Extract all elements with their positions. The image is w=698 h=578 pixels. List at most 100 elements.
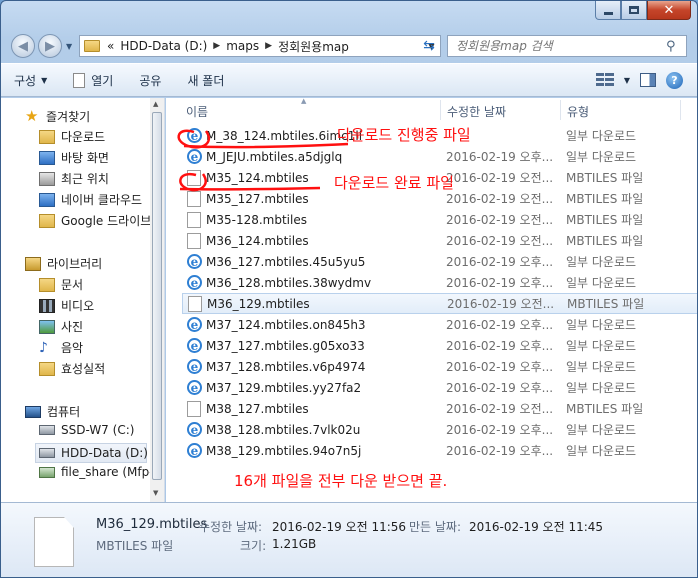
sidebar-scroll-thumb[interactable] [152,112,162,480]
details-size-label: 크기: [240,539,267,553]
view-options-icon[interactable] [595,73,614,87]
file-type: MBTILES 파일 [566,213,644,227]
column-header-date[interactable]: 수정한 날짜 [447,103,506,120]
documents-icon [39,277,55,292]
file-type: MBTILES 파일 [566,402,644,416]
sidebar-scrollbar[interactable]: ▲ ▼ [150,98,164,502]
file-date: 2016-02-19 오후... [446,255,554,269]
file-name: M37_127.mbtiles.g05xo33 [206,338,365,353]
sidebar-item-google-drive[interactable]: Google 드라이브 [39,212,151,229]
file-icon [188,295,202,312]
file-date: 2016-02-19 오후... [446,360,554,374]
file-row[interactable]: e M36_128.mbtiles.38wydmv 2016-02-19 오후...… [182,272,697,293]
downloads-folder-icon [39,129,55,144]
cloud-icon [39,192,55,207]
desktop-icon [39,150,55,165]
column-header-name[interactable]: 이름 [186,103,208,120]
file-row[interactable]: M35-128.mbtiles 2016-02-19 오전... MBTILES 파… [182,209,697,230]
breadcrumb-drive[interactable]: HDD-Data (D:) [117,39,210,53]
ie-icon: e [187,380,202,395]
sidebar-item-naver-cloud[interactable]: 네이버 클라우드 [39,191,142,208]
scroll-up-icon[interactable]: ▲ [153,100,158,108]
share-button[interactable]: 공유 [126,64,174,96]
sidebar-item-file-share[interactable]: file_share (Mfp-C [39,465,162,479]
file-type: MBTILES 파일 [566,192,644,206]
file-row[interactable]: e M37_124.mbtiles.on845h3 2016-02-19 오후...… [182,314,697,335]
file-type: 일부 다운로드 [566,360,637,374]
new-folder-label: 새 폴더 [187,73,225,88]
network-drive-icon [39,466,55,478]
column-header-type[interactable]: 유형 [567,103,589,120]
sidebar-group-libraries[interactable]: 라이브러리 [25,255,102,272]
details-created-label: 만든 날짜: [409,520,462,534]
breadcrumb-separator-icon[interactable]: ▶ [210,41,223,51]
minimize-button[interactable] [595,1,621,20]
open-button[interactable]: 열기 [60,64,126,96]
annotation-footer: 16개 파일을 전부 다운 받으면 끝. [234,472,448,490]
breadcrumb-separator-icon[interactable]: ▶ [262,41,275,51]
breadcrumb-overflow[interactable]: « [104,39,117,53]
new-folder-button[interactable]: 새 폴더 [174,64,237,96]
forward-button[interactable]: ▶ [38,34,62,58]
file-row[interactable]: e M36_127.mbtiles.45u5yu5 2016-02-19 오후...… [182,251,697,272]
file-row[interactable]: e M_JEJU.mbtiles.a5djglq 2016-02-19 오후... 일… [182,146,697,167]
preview-pane-icon[interactable] [640,73,656,87]
file-name: M36_124.mbtiles [206,233,309,248]
toolbar-right: ▼ ? [595,71,697,89]
file-row[interactable]: e M37_129.mbtiles.yy27fa2 2016-02-19 오후...… [182,377,697,398]
back-button[interactable]: ◀ [11,34,35,58]
sidebar-group-computer[interactable]: 컴퓨터 [25,403,80,420]
sidebar-item-drive-c[interactable]: SSD-W7 (C:) [39,423,134,437]
file-name: M36_127.mbtiles.45u5yu5 [206,254,366,269]
google-drive-icon [39,213,55,228]
column-divider[interactable] [440,100,441,120]
sidebar-item-documents[interactable]: 문서 [39,276,83,293]
sidebar-item-drive-d[interactable]: HDD-Data (D:) [35,443,148,463]
sidebar-group-favorites[interactable]: ★ 즐겨찾기 [25,107,90,125]
file-row[interactable]: M36_129.mbtiles 2016-02-19 오전... MBTILES 파… [182,293,697,314]
close-button[interactable]: ✕ [647,1,691,20]
file-row[interactable]: e M37_127.mbtiles.g05xo33 2016-02-19 오후...… [182,335,697,356]
sidebar-item-desktop[interactable]: 바탕 화면 [39,149,109,166]
file-row[interactable]: M38_127.mbtiles 2016-02-19 오전... MBTILES 파… [182,398,697,419]
file-row[interactable]: e M38_128.mbtiles.7vlk02u 2016-02-19 오후...… [182,419,697,440]
file-date: 2016-02-19 오후... [446,318,554,332]
address-bar[interactable]: « HDD-Data (D:) ▶ maps ▶ 정회원용map ▼ [79,35,441,57]
recent-places-icon [39,171,55,186]
refresh-button[interactable]: ⇆ [418,35,440,57]
breadcrumb-maps[interactable]: maps [223,39,262,53]
organize-button[interactable]: 구성 ▼ [1,64,60,96]
file-row[interactable]: e M38_129.mbtiles.94o7n5j 2016-02-19 오후...… [182,440,697,461]
ie-icon: e [187,149,202,164]
help-icon[interactable]: ? [666,71,683,89]
search-box[interactable]: ⚲ [447,35,687,57]
sidebar-item-downloads[interactable]: 다운로드 [39,128,105,145]
sidebar-item-hyosung[interactable]: 효성실적 [39,360,105,377]
recent-pages-dropdown[interactable]: ▼ [66,42,72,51]
column-divider[interactable] [560,100,561,120]
sidebar-item-videos[interactable]: 비디오 [39,297,94,314]
sidebar-item-label: 바탕 화면 [61,151,109,165]
details-file-name: M36_129.mbtiles [96,517,208,532]
sidebar-item-pictures[interactable]: 사진 [39,318,83,335]
file-name: M36_128.mbtiles.38wydmv [206,275,372,290]
sidebar-item-recent[interactable]: 최근 위치 [39,170,109,187]
file-date: 2016-02-19 오후... [446,150,554,164]
view-dropdown-icon[interactable]: ▼ [624,76,630,85]
file-date: 2016-02-19 오전... [446,234,554,248]
file-row[interactable]: e M37_128.mbtiles.v6p4974 2016-02-19 오후...… [182,356,697,377]
sidebar-item-label: HDD-Data (D:) [61,446,148,460]
file-row[interactable]: M36_124.mbtiles 2016-02-19 오전... MBTILES 파… [182,230,697,251]
sidebar-item-music[interactable]: ♪ 음악 [39,339,83,356]
column-divider[interactable] [680,100,681,120]
search-icon[interactable]: ⚲ [666,39,686,54]
file-name: M37_129.mbtiles.yy27fa2 [206,380,362,395]
search-input[interactable] [456,39,656,53]
breadcrumb-current[interactable]: 정회원용map [275,38,352,55]
file-date: 2016-02-19 오후... [446,444,554,458]
folder-icon [39,361,55,376]
maximize-button[interactable] [621,1,647,20]
scroll-down-icon[interactable]: ▼ [153,489,158,497]
arrow-left-icon: ◀ [18,38,28,54]
file-name: M38_129.mbtiles.94o7n5j [206,443,362,458]
